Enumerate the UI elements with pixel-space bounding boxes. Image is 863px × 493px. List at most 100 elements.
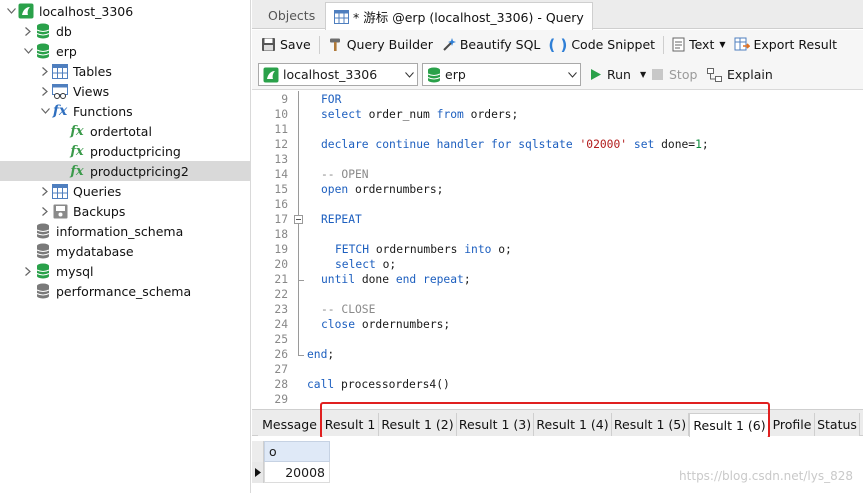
chevron-right-icon[interactable] — [38, 181, 52, 201]
code-line[interactable]: 27 — [252, 362, 863, 377]
code-line[interactable]: 18 — [252, 227, 863, 242]
tree-item-performance-schema[interactable]: performance_schema — [0, 281, 250, 301]
code-line[interactable]: 24 close ordernumbers; — [252, 317, 863, 332]
tree-item-localhost-3306[interactable]: localhost_3306 — [0, 1, 250, 21]
chevron-right-icon[interactable] — [38, 201, 52, 221]
chevron-right-icon[interactable] — [21, 21, 35, 41]
tree-item-tables[interactable]: Tables — [0, 61, 250, 81]
code-line[interactable]: 14 -- OPEN — [252, 167, 863, 182]
code-line[interactable]: 22 — [252, 287, 863, 302]
grid-corner — [252, 441, 264, 462]
chevron-down-icon[interactable] — [21, 41, 35, 61]
result-tab-profile[interactable]: Profile — [770, 413, 815, 436]
tree-item-queries[interactable]: Queries — [0, 181, 250, 201]
views-icon — [52, 83, 68, 99]
export-result-label: Export Result — [753, 37, 838, 52]
tree-item-productpricing2[interactable]: fx productpricing2 — [0, 161, 250, 181]
chevron-down-icon[interactable] — [4, 1, 18, 21]
explain-button[interactable]: Explain — [707, 63, 773, 86]
code-token: o; — [491, 243, 512, 256]
tree-item-productpricing[interactable]: fx productpricing — [0, 141, 250, 161]
line-number: 29 — [274, 393, 288, 406]
tree-item-label: db — [56, 23, 72, 39]
database-select[interactable]: erp — [422, 63, 581, 86]
result-tab-result-1-3[interactable]: Result 1 (3) — [457, 413, 534, 436]
tree-item-mydatabase[interactable]: mydatabase — [0, 241, 250, 261]
code-line[interactable]: 16 — [252, 197, 863, 212]
tree-item-backups[interactable]: Backups — [0, 201, 250, 221]
tree-item-functions[interactable]: fx Functions — [0, 101, 250, 121]
tree-item-information-schema[interactable]: information_schema — [0, 221, 250, 241]
query-tab-icon — [334, 9, 349, 24]
code-line[interactable]: 19 FETCH ordernumbers into o; — [252, 242, 863, 257]
result-tab-status[interactable]: Status — [815, 413, 860, 436]
grid-cell-o[interactable]: 20008 — [264, 462, 330, 483]
code-text: select order_num from orders; — [321, 107, 518, 122]
code-line[interactable]: 20 select o; — [252, 257, 863, 272]
result-tab-result-1-4[interactable]: Result 1 (4) — [534, 413, 612, 436]
code-text: call processorders4() — [307, 377, 450, 392]
code-token: into — [464, 243, 492, 256]
code-line[interactable]: 9 FOR — [252, 92, 863, 107]
tree-item-views[interactable]: Views — [0, 81, 250, 101]
text-mode-button[interactable]: Text ▼ — [668, 33, 729, 57]
result-tab-result-1-6[interactable]: Result 1 (6) — [689, 413, 770, 437]
query-builder-button[interactable]: Query Builder — [324, 33, 437, 57]
tree-item-db[interactable]: db — [0, 21, 250, 41]
code-line[interactable]: 25 — [252, 332, 863, 347]
code-line[interactable]: 10 select order_num from orders; — [252, 107, 863, 122]
result-tab-message[interactable]: Message — [258, 413, 322, 436]
chevron-down-icon[interactable] — [38, 101, 52, 121]
code-line[interactable]: 12 declare continue handler for sqlstate … — [252, 137, 863, 152]
chevron-down-icon: ▼ — [639, 70, 647, 79]
tab-query-label: * 游标 @erp (localhost_3306) - Query — [353, 10, 584, 25]
tree-item-label: Functions — [73, 103, 133, 119]
save-button[interactable]: Save — [257, 33, 315, 57]
line-number: 21 — [274, 273, 288, 286]
code-snippet-button[interactable]: ( ) Code Snippet — [544, 33, 659, 57]
tab-query[interactable]: * 游标 @erp (localhost_3306) - Query — [325, 2, 593, 30]
code-token: -- CLOSE — [321, 303, 376, 316]
code-text: FOR — [321, 92, 341, 107]
navigation-tree: localhost_3306db erp Tables Views fx Function… — [0, 0, 251, 493]
code-line[interactable]: 13 — [252, 152, 863, 167]
tab-objects[interactable]: Objects — [260, 2, 323, 29]
code-line[interactable]: 17 REPEAT — [252, 212, 863, 227]
chevron-down-icon — [401, 71, 417, 78]
fold-toggle-button[interactable] — [294, 215, 303, 224]
result-tab-result-1-2[interactable]: Result 1 (2) — [379, 413, 457, 436]
tree-item-mysql[interactable]: mysql — [0, 261, 250, 281]
connection-select[interactable]: localhost_3306 — [258, 63, 418, 86]
sql-editor[interactable]: 9 FOR 10 select order_num from orders; 11 12 d… — [252, 91, 863, 408]
line-number: 13 — [274, 153, 288, 166]
result-grid: o 20008 — [252, 437, 863, 493]
result-tab-result-1[interactable]: Result 1 — [322, 413, 379, 436]
tree-item-ordertotal[interactable]: fx ordertotal — [0, 121, 250, 141]
column-header-o[interactable]: o — [264, 441, 330, 462]
tab-objects-label: Objects — [268, 8, 316, 23]
export-result-button[interactable]: Export Result — [730, 33, 842, 57]
code-line[interactable]: 26 end; — [252, 347, 863, 362]
chevron-right-icon[interactable] — [38, 61, 52, 81]
tree-item-erp[interactable]: erp — [0, 41, 250, 61]
code-token: until — [321, 273, 356, 286]
explain-icon — [707, 67, 722, 82]
stop-button[interactable]: Stop — [652, 63, 697, 86]
document-tabs: Objects * 游标 @erp (localhost_3306) - Que… — [252, 0, 863, 30]
beautify-sql-button[interactable]: Beautify SQL — [437, 33, 545, 57]
current-row-marker[interactable] — [252, 462, 264, 483]
code-line[interactable]: 29 — [252, 392, 863, 407]
code-line[interactable]: 11 — [252, 122, 863, 137]
code-line[interactable]: 28 call processorders4() — [252, 377, 863, 392]
code-line[interactable]: 15 open ordernumbers; — [252, 182, 863, 197]
run-button[interactable]: Run ▼ — [590, 63, 646, 86]
code-line[interactable]: 21 until done end repeat; — [252, 272, 863, 287]
query-toolbar: Save Query Builder Beautify SQL ( ) Code… — [252, 30, 863, 59]
result-tab-result-1-5[interactable]: Result 1 (5) — [612, 413, 689, 436]
code-token: from — [436, 108, 464, 121]
chevron-right-icon[interactable] — [21, 261, 35, 281]
chevron-right-icon[interactable] — [38, 81, 52, 101]
code-line[interactable]: 23 -- CLOSE — [252, 302, 863, 317]
fold-end-marker — [298, 355, 304, 356]
